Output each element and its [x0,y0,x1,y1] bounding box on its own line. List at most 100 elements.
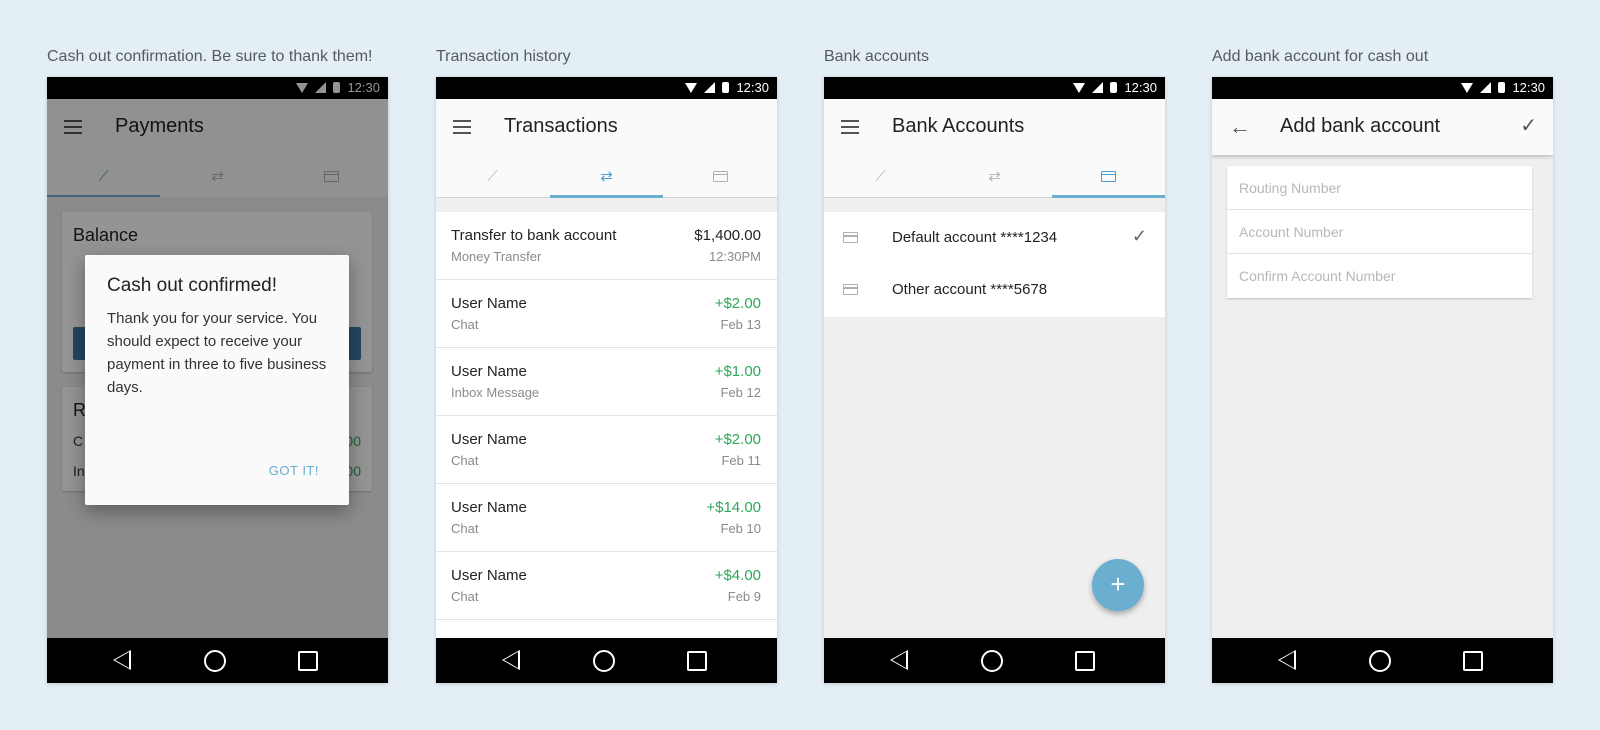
list-item[interactable]: User Name Chat +$14.00 Feb 10 [436,484,777,552]
page-title: Bank Accounts [892,115,1025,137]
tab-trend[interactable]: ⟋ [436,155,549,197]
nav-home-icon[interactable] [981,650,1003,672]
list-item[interactable]: Other account ****5678 [824,264,1165,316]
tab-transfers[interactable]: ⇄ [550,155,663,198]
status-bar: 12:30 [824,77,1165,99]
phone-add-bank-account: 12:30 ← Add bank account ✓ [1212,77,1553,683]
transaction-name: User Name [451,499,527,516]
status-bar: 12:30 [436,77,777,99]
add-account-button[interactable]: + [1092,559,1144,611]
list-item[interactable]: Transfer to bank account Money Transfer … [436,212,777,280]
nav-recents-icon[interactable] [687,651,707,671]
tab-trend[interactable]: ⟋ [824,155,937,197]
list-item[interactable]: Default account ****1234 ✓ [824,212,1165,264]
transaction-date: Feb 13 [720,317,761,332]
nav-home-icon[interactable] [204,650,226,672]
transaction-date: Feb 10 [720,521,761,536]
credit-card-icon [843,284,858,295]
signal-icon [704,82,716,93]
phone-transactions: 12:30 Transactions ⟋ ⇄ Transfer to bank … [436,77,777,683]
phone-bank-accounts: 12:30 Bank Accounts ⟋ ⇄ Default account … [824,77,1165,683]
tab-bar: ⟋ ⇄ [824,155,1165,198]
transaction-type: Inbox Message [451,385,540,400]
nav-back-icon[interactable] [502,650,520,670]
hamburger-menu-icon[interactable] [841,120,859,134]
transfer-arrows-icon: ⇄ [600,167,613,185]
bank-account-list: Default account ****1234 ✓ Other account… [824,212,1165,317]
tab-bar: ⟋ ⇄ [436,155,777,198]
transaction-amount: +$2.00 [714,295,761,312]
nav-back-icon[interactable] [890,650,908,670]
status-bar: 12:30 [1212,77,1553,99]
status-time: 12:30 [1512,80,1545,95]
transaction-name: User Name [451,295,527,312]
phone-payments: 12:30 Payments ⟋ ⇄ Balance R C 00 In 00 … [47,77,388,683]
nav-back-icon[interactable] [1278,650,1296,670]
list-item[interactable]: User Name Chat +$2.00 Feb 13 [436,280,777,348]
nav-bar [47,638,388,683]
routing-number-field[interactable] [1227,166,1532,210]
tab-accounts[interactable] [664,155,777,197]
nav-recents-icon[interactable] [1075,651,1095,671]
transaction-type: Chat [451,317,479,332]
list-item[interactable]: User Name Chat +$2.00 Feb 11 [436,416,777,484]
credit-card-icon [713,170,728,182]
transaction-name: User Name [451,431,527,448]
nav-home-icon[interactable] [1369,650,1391,672]
transaction-amount: +$1.00 [714,363,761,380]
dialog-title: Cash out confirmed! [107,275,278,296]
nav-home-icon[interactable] [593,650,615,672]
check-icon: ✓ [1131,226,1147,246]
transaction-type: Chat [451,589,479,604]
nav-bar [436,638,777,683]
status-time: 12:30 [1124,80,1157,95]
confirm-account-number-field[interactable] [1227,254,1532,298]
check-icon[interactable]: ✓ [1520,113,1537,138]
app-bar: ← Add bank account ✓ [1212,99,1553,155]
trend-icon: ⟋ [487,167,498,185]
transaction-type: Chat [451,521,479,536]
battery-icon [722,82,730,93]
nav-bar [1212,638,1553,683]
trend-icon: ⟋ [875,167,886,185]
nav-recents-icon[interactable] [298,651,318,671]
transaction-date: Feb 9 [727,589,761,604]
bank-account-form [1227,166,1532,298]
account-number-field[interactable] [1227,210,1532,254]
tab-accounts[interactable] [1052,155,1165,198]
page-title: Transactions [504,115,618,137]
app-bar: Transactions [436,99,777,155]
nav-recents-icon[interactable] [1463,651,1483,671]
transaction-date: Feb 12 [720,385,761,400]
credit-card-icon [1101,170,1116,182]
transaction-list: Transfer to bank account Money Transfer … [436,212,777,651]
plus-icon: + [1110,569,1126,599]
transaction-amount: +$2.00 [714,431,761,448]
transfer-arrows-icon: ⇄ [988,167,1001,185]
caption-cash-out: Cash out confirmation. Be sure to thank … [47,48,373,65]
battery-icon [1498,82,1506,93]
transaction-name: User Name [451,567,527,584]
list-item[interactable]: User Name Inbox Message +$1.00 Feb 12 [436,348,777,416]
transaction-type: Chat [451,453,479,468]
caption-bank-accounts: Bank accounts [824,48,929,65]
transaction-amount: +$4.00 [714,567,761,584]
caption-add-bank-account: Add bank account for cash out [1212,48,1429,65]
status-time: 12:30 [736,80,769,95]
wifi-icon [685,82,698,93]
back-arrow-icon[interactable]: ← [1229,114,1251,140]
tab-transfers[interactable]: ⇄ [938,155,1051,197]
got-it-button[interactable]: GOT IT! [269,463,319,478]
transaction-name: Transfer to bank account [451,227,617,244]
nav-back-icon[interactable] [113,650,131,670]
page-title: Add bank account [1280,115,1441,137]
hamburger-menu-icon[interactable] [453,120,471,134]
caption-transactions: Transaction history [436,48,571,65]
list-item[interactable]: User Name Chat +$4.00 Feb 9 [436,552,777,620]
transaction-name: User Name [451,363,527,380]
transaction-date: Feb 11 [721,453,761,468]
account-name: Other account ****5678 [892,281,1048,298]
signal-icon [1480,82,1492,93]
transaction-amount: $1,400.00 [694,227,761,244]
wifi-icon [1461,82,1474,93]
